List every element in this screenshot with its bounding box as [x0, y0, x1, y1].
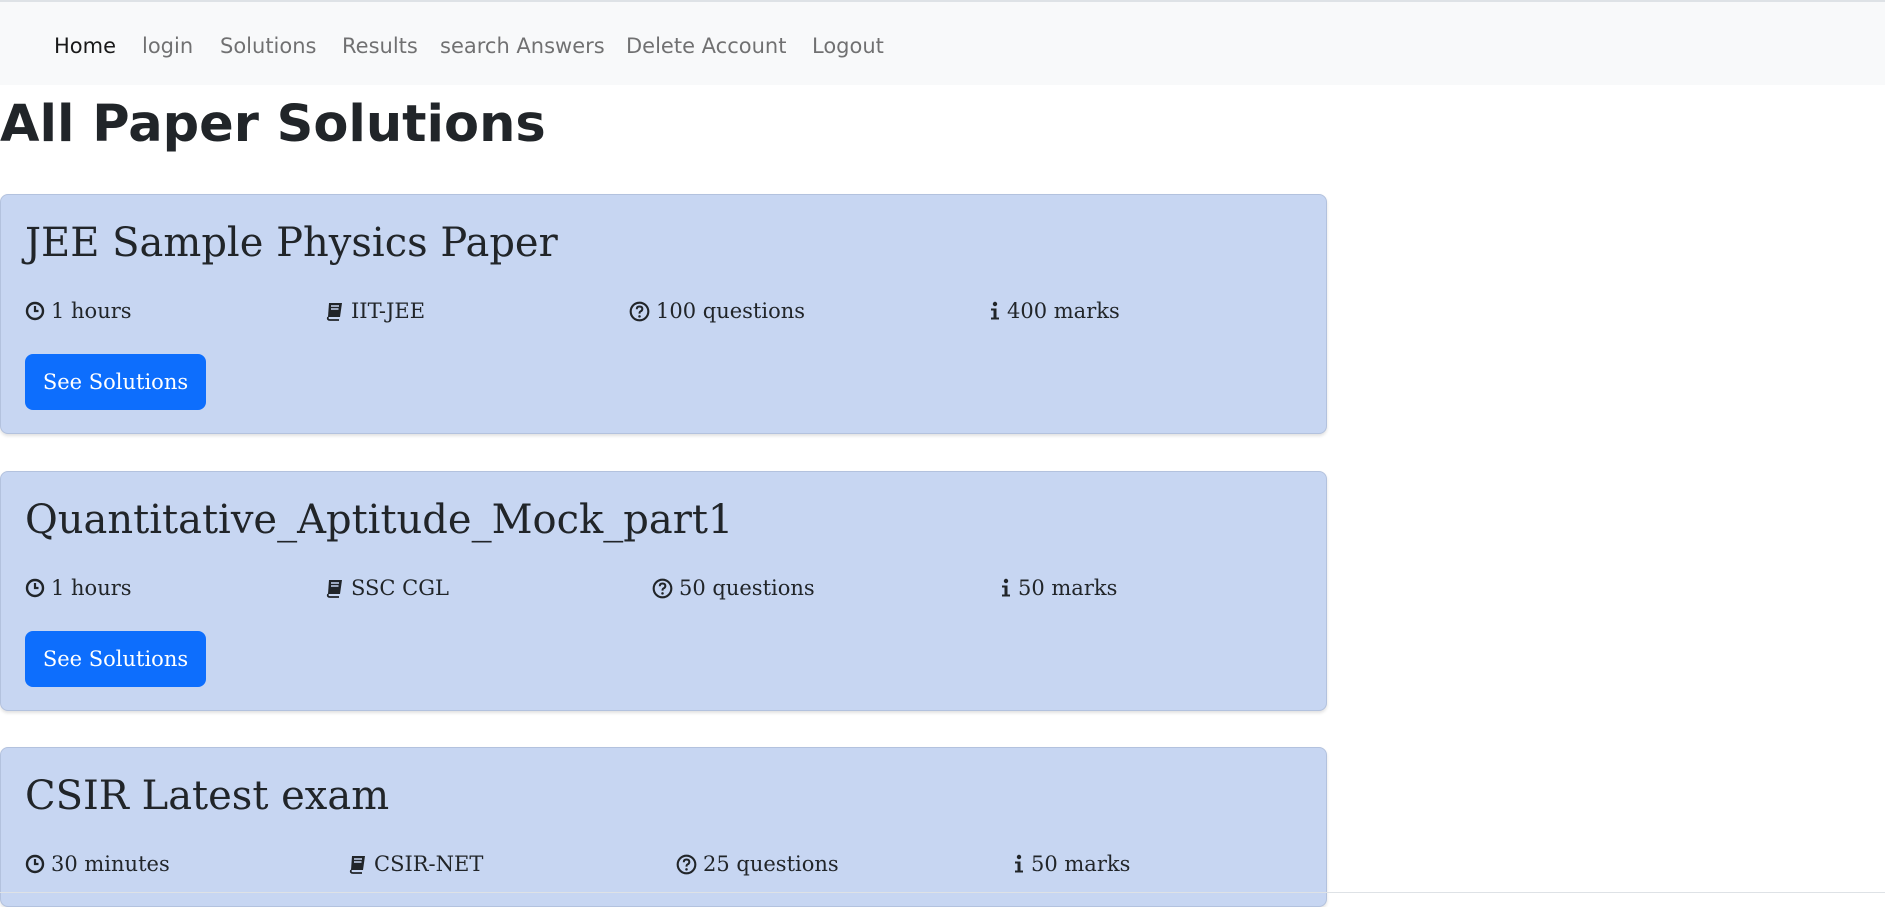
paper-exam: IIT-JEE [325, 297, 425, 325]
paper-card: CSIR Latest exam 30 minutes CSIR-NET 25 … [0, 747, 1327, 907]
exam-text: SSC CGL [351, 576, 449, 600]
paper-card: Quantitative_Aptitude_Mock_part1 1 hours… [0, 471, 1327, 711]
exam-text: CSIR-NET [374, 852, 484, 876]
info-icon [991, 301, 999, 320]
paper-marks: 50 marks [1000, 574, 1117, 602]
exam-text: IIT-JEE [351, 299, 426, 323]
paper-exam: CSIR-NET [348, 850, 483, 878]
page-title: All Paper Solutions [0, 95, 546, 154]
duration-text: 30 minutes [51, 852, 170, 876]
marks-text: 400 marks [1007, 299, 1120, 323]
paper-exam: SSC CGL [325, 574, 449, 602]
duration-text: 1 hours [51, 299, 132, 323]
nav-search-answers-link[interactable]: search Answers [440, 32, 605, 60]
nav-home-link[interactable]: Home [54, 32, 116, 60]
info-icon [1002, 578, 1010, 597]
navbar: Home login Solutions Results search Answ… [0, 0, 1885, 85]
marks-text: 50 marks [1031, 852, 1131, 876]
clock-icon [25, 301, 45, 321]
paper-questions: 100 questions [629, 297, 805, 325]
paper-duration: 1 hours [25, 297, 132, 325]
question-circle-icon [652, 578, 673, 598]
paper-title: CSIR Latest exam [25, 773, 390, 819]
nav-logout-link[interactable]: Logout [812, 32, 884, 60]
info-icon [1015, 854, 1023, 873]
paper-title: Quantitative_Aptitude_Mock_part1 [25, 497, 734, 543]
book-icon [349, 856, 365, 874]
paper-title: JEE Sample Physics Paper [25, 220, 558, 266]
clock-icon [25, 578, 45, 598]
see-solutions-button[interactable]: See Solutions [25, 354, 206, 410]
paper-duration: 1 hours [25, 574, 132, 602]
paper-marks: 50 marks [1013, 850, 1130, 878]
paper-marks: 400 marks [989, 297, 1120, 325]
questions-text: 50 questions [679, 576, 815, 600]
nav-delete-account-link[interactable]: Delete Account [626, 32, 786, 60]
questions-text: 100 questions [656, 299, 806, 323]
nav-results-link[interactable]: Results [342, 32, 418, 60]
paper-card: JEE Sample Physics Paper 1 hours IIT-JEE… [0, 194, 1327, 434]
paper-questions: 25 questions [676, 850, 839, 878]
see-solutions-button[interactable]: See Solutions [25, 631, 206, 687]
clock-icon [25, 854, 45, 874]
nav-login-link[interactable]: login [142, 32, 193, 60]
question-circle-icon [676, 854, 697, 874]
duration-text: 1 hours [51, 576, 132, 600]
book-icon [326, 580, 342, 598]
nav-solutions-link[interactable]: Solutions [220, 32, 317, 60]
paper-duration: 30 minutes [25, 850, 170, 878]
marks-text: 50 marks [1018, 576, 1118, 600]
book-icon [326, 303, 342, 321]
question-circle-icon [629, 301, 650, 321]
paper-questions: 50 questions [652, 574, 815, 602]
questions-text: 25 questions [703, 852, 839, 876]
